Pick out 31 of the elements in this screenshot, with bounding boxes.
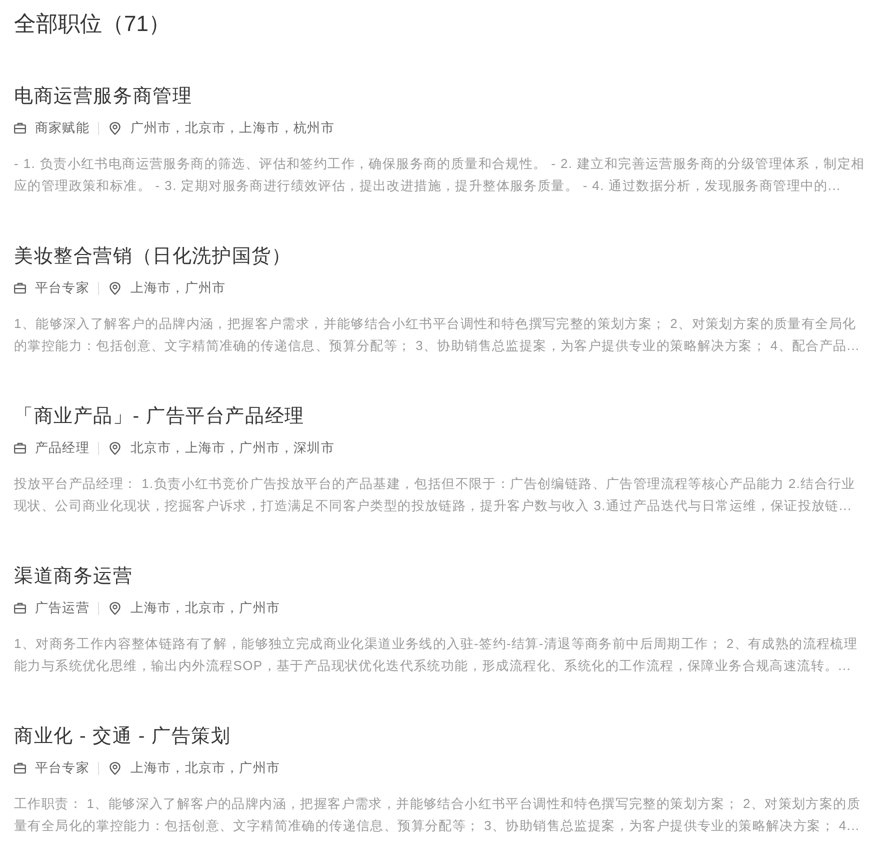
map-pin-icon (109, 122, 122, 134)
job-locations: 北京市，上海市，广州市，深圳市 (130, 439, 334, 457)
map-pin-icon (109, 282, 122, 294)
job-title-link[interactable]: 美妆整合营销（日化洗护国货） (14, 244, 292, 270)
job-locations: 上海市，北京市，广州市 (130, 759, 280, 777)
job-category: 商家赋能 (35, 119, 90, 137)
map-pin-icon (109, 762, 122, 774)
job-title-link[interactable]: 电商运营服务商管理 (14, 84, 192, 110)
job-title-link[interactable]: 「商业产品」- 广告平台产品经理 (14, 404, 304, 430)
briefcase-icon (14, 442, 26, 454)
briefcase-icon (14, 282, 26, 294)
briefcase-icon (14, 602, 26, 614)
map-pin-icon (109, 442, 122, 454)
job-category: 产品经理 (35, 439, 90, 457)
job-category: 广告运营 (35, 599, 90, 617)
job-title-link[interactable]: 渠道商务运营 (14, 564, 133, 590)
job-description: - 1. 负责小红书电商运营服务商的筛选、评估和签约工作，确保服务商的质量和合规性。 - 2. 建立和完善运营服务商的分级管理体系，制定相应的管理政策和标准。 - 3. 定期对服务商进行绩效评估，提出改进措施，提升整体服务质量。 - 4. 通过数据分析，发现服务商管理中的... (14, 155, 866, 195)
job-description: 投放平台产品经理： 1.负责小红书竞价广告投放平台的产品基建，包括但不限于：广告创编链路、广告管理流程等核心产品能力 2.结合行业现状、公司商业化现状，挖掘客户诉求，打造满足不同客户类型的投放链路，提升客户数与收入 3.通过产品迭代与日常运维，保证投放链... (14, 475, 856, 515)
briefcase-icon (14, 762, 26, 774)
job-category: 平台专家 (35, 279, 90, 297)
job-locations: 广州市，北京市，上海市，杭州市 (130, 119, 334, 137)
job-locations: 上海市，北京市，广州市 (130, 599, 280, 617)
job-description: 1、能够深入了解客户的品牌内涵，把握客户需求，并能够结合小红书平台调性和特色撰写完整的策划方案； 2、对策划方案的质量有全局化的掌控能力：包括创意、文字精简准确的传递信息、预算分配等； 3、协助销售总监提案，为客户提供专业的策略解决方案； 4、配合产品... (14, 315, 861, 355)
job-locations: 上海市，广州市 (130, 279, 226, 297)
job-description: 1、对商务工作内容整体链路有了解，能够独立完成商业化渠道业务线的入驻-签约-结算-清退等商务前中后周期工作； 2、有成熟的流程梳理能力与系统优化思维，输出内外流程SOP，基于产品现状优化迭代系统功能，形成流程化、系统化的工作流程，保障业务合规高速流转。... (14, 635, 859, 675)
map-pin-icon (109, 602, 122, 614)
job-title-link[interactable]: 商业化 - 交通 - 广告策划 (14, 724, 231, 750)
page-title: 全部职位（71） (14, 10, 170, 38)
job-category: 平台专家 (35, 759, 90, 777)
job-description: 工作职责： 1、能够深入了解客户的品牌内涵，把握客户需求，并能够结合小红书平台调性和特色撰写完整的策划方案； 2、对策划方案的质量有全局化的掌控能力：包括创意、文字精简准确的传递信息、预算分配等； 3、协助销售总监提案，为客户提供专业的策略解决方案； 4... (14, 795, 862, 835)
briefcase-icon (14, 122, 26, 134)
